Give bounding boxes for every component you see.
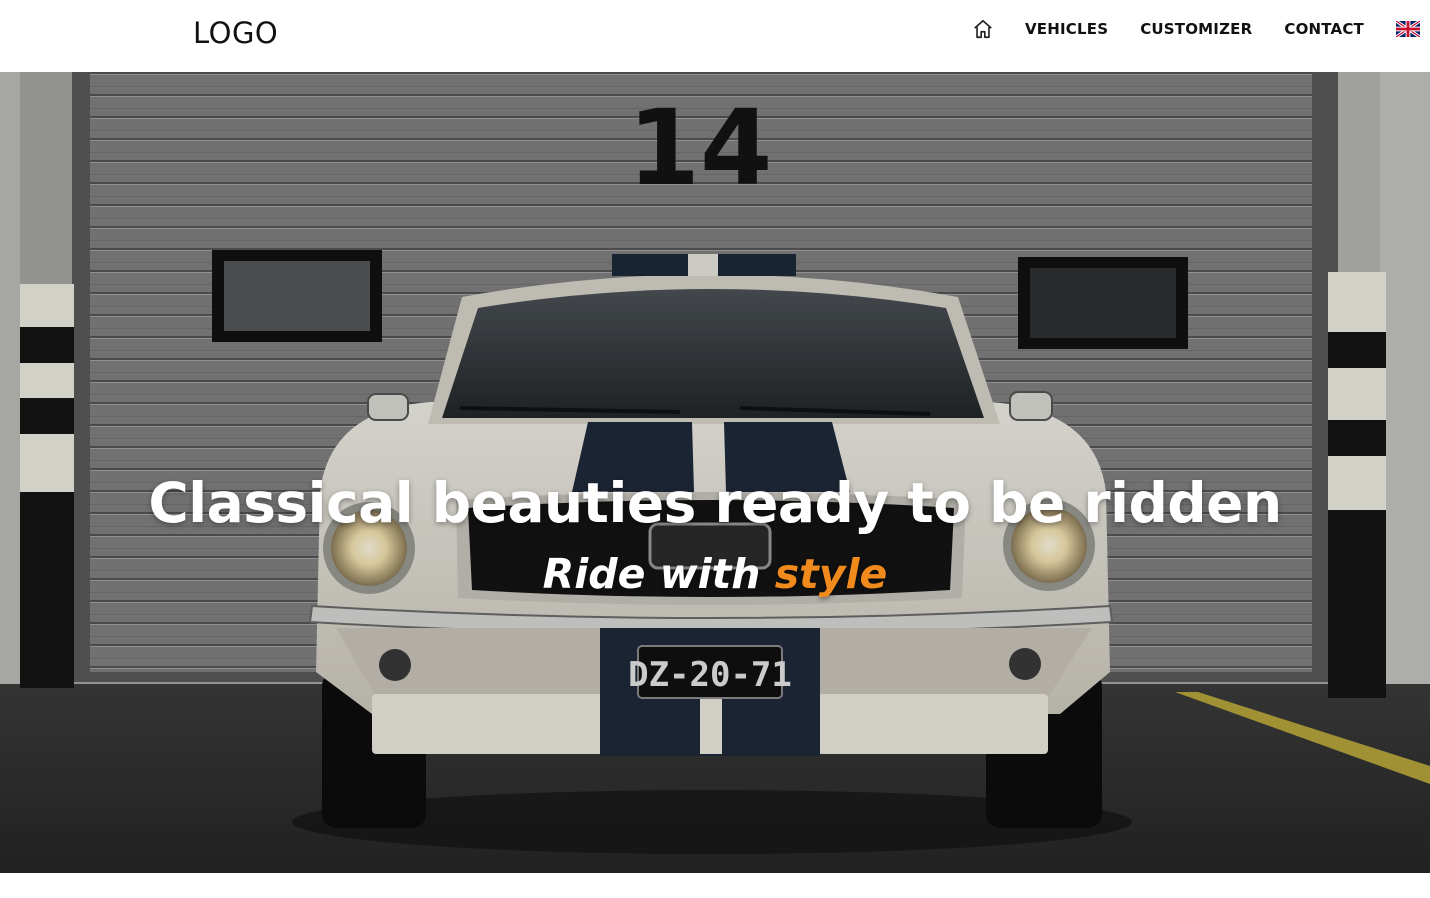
hero-subheadline: Ride with style <box>0 550 1430 598</box>
hero-subheadline-lead: Ride with <box>542 550 775 598</box>
uk-flag-icon[interactable] <box>1396 21 1420 37</box>
hero-subheadline-accent: style <box>774 550 888 598</box>
hero-headline: Classical beauties ready to be ridden <box>148 470 1282 535</box>
home-icon <box>974 19 992 39</box>
hero-banner: 14 DZ-20-71 Classical beauties ready to … <box>0 72 1430 873</box>
logo[interactable]: LOGO <box>193 14 278 52</box>
nav-link-customizer[interactable]: CUSTOMIZER <box>1140 20 1252 38</box>
main-nav: VEHICLES CUSTOMIZER CONTACT <box>971 16 1420 42</box>
nav-link-vehicles[interactable]: VEHICLES <box>1025 20 1108 38</box>
nav-home-button[interactable] <box>971 17 995 41</box>
nav-link-contact[interactable]: CONTACT <box>1284 20 1364 38</box>
site-header: LOGO VEHICLES CUSTOMIZER CONTACT <box>0 0 1430 72</box>
